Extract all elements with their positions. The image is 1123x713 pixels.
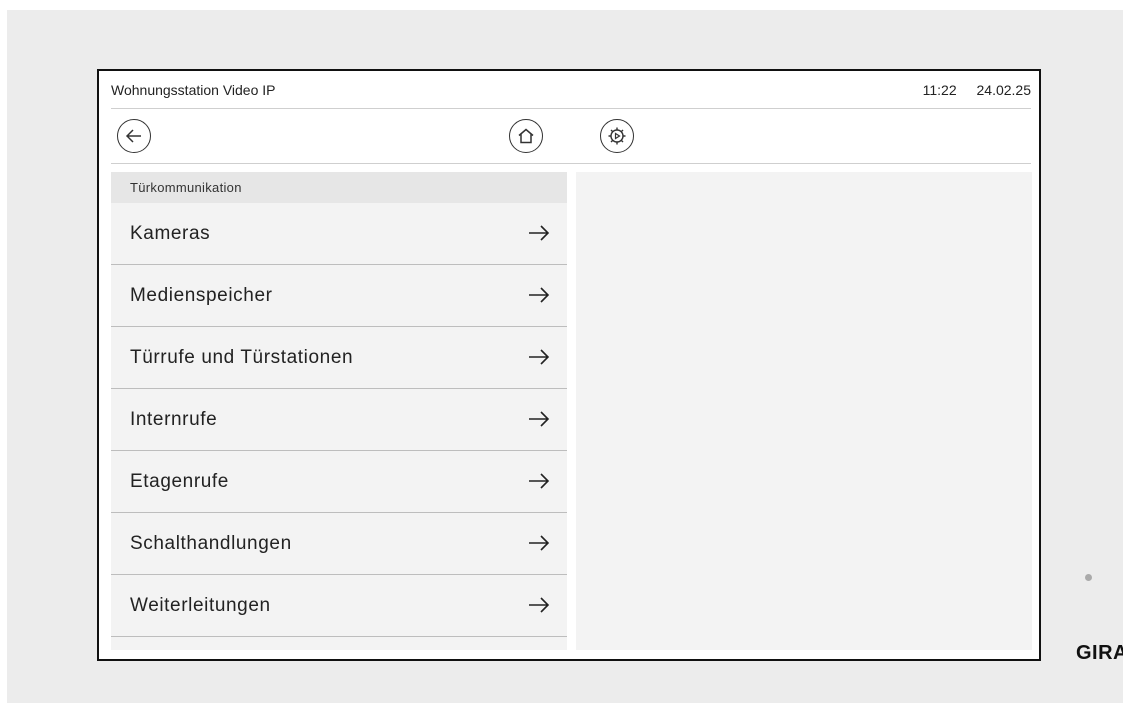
clock: 11:22 24.02.25	[907, 82, 1031, 98]
menu-section-header: Türkommunikation	[111, 172, 567, 203]
arrow-right-icon	[529, 287, 550, 303]
detail-panel	[576, 172, 1032, 650]
menu-item-etagenrufe[interactable]: Etagenrufe	[111, 451, 567, 513]
home-button[interactable]	[509, 119, 543, 153]
home-icon	[518, 128, 534, 144]
settings-button[interactable]	[600, 119, 634, 153]
brand-logo: GIRA	[1076, 642, 1123, 664]
back-button[interactable]	[117, 119, 151, 153]
arrow-right-icon	[529, 349, 550, 365]
menu-item-label: Internrufe	[130, 408, 218, 430]
menu-item-internrufe[interactable]: Internrufe	[111, 389, 567, 451]
menu-item-label: Kameras	[130, 222, 211, 244]
menu-item-kameras[interactable]: Kameras	[111, 203, 567, 265]
menu-item-label: Etagenrufe	[130, 470, 229, 492]
menu-item-label: Weiterleitungen	[130, 594, 271, 616]
menu-item-label: Medienspeicher	[130, 284, 273, 306]
arrow-right-icon	[529, 597, 550, 613]
menu-item-medienspeicher[interactable]: Medienspeicher	[111, 265, 567, 327]
menu-item-label: Schalthandlungen	[130, 532, 292, 554]
menu-item-schalthandlungen[interactable]: Schalthandlungen	[111, 513, 567, 575]
date-label: 24.02.25	[976, 81, 1032, 98]
arrow-left-icon	[125, 129, 141, 143]
arrow-right-icon	[529, 535, 550, 551]
arrow-right-icon	[529, 225, 550, 241]
settings-menu: Türkommunikation Kameras Medienspeicher …	[111, 172, 567, 650]
menu-item-tuerrufe[interactable]: Türrufe und Türstationen	[111, 327, 567, 389]
menu-item-label: Türrufe und Türstationen	[130, 346, 354, 368]
screen: Wohnungsstation Video IP 11:22 24.02.25 …	[97, 69, 1041, 661]
status-bar: Wohnungsstation Video IP 11:22 24.02.25	[111, 71, 1031, 109]
device-title: Wohnungsstation Video IP	[111, 81, 276, 98]
gear-icon	[608, 127, 626, 145]
status-led	[1085, 574, 1092, 581]
arrow-right-icon	[529, 473, 550, 489]
arrow-right-icon	[529, 411, 550, 427]
menu-item-weiterleitungen[interactable]: Weiterleitungen	[111, 575, 567, 637]
toolbar	[111, 109, 1031, 164]
time-label: 11:22	[922, 81, 957, 98]
